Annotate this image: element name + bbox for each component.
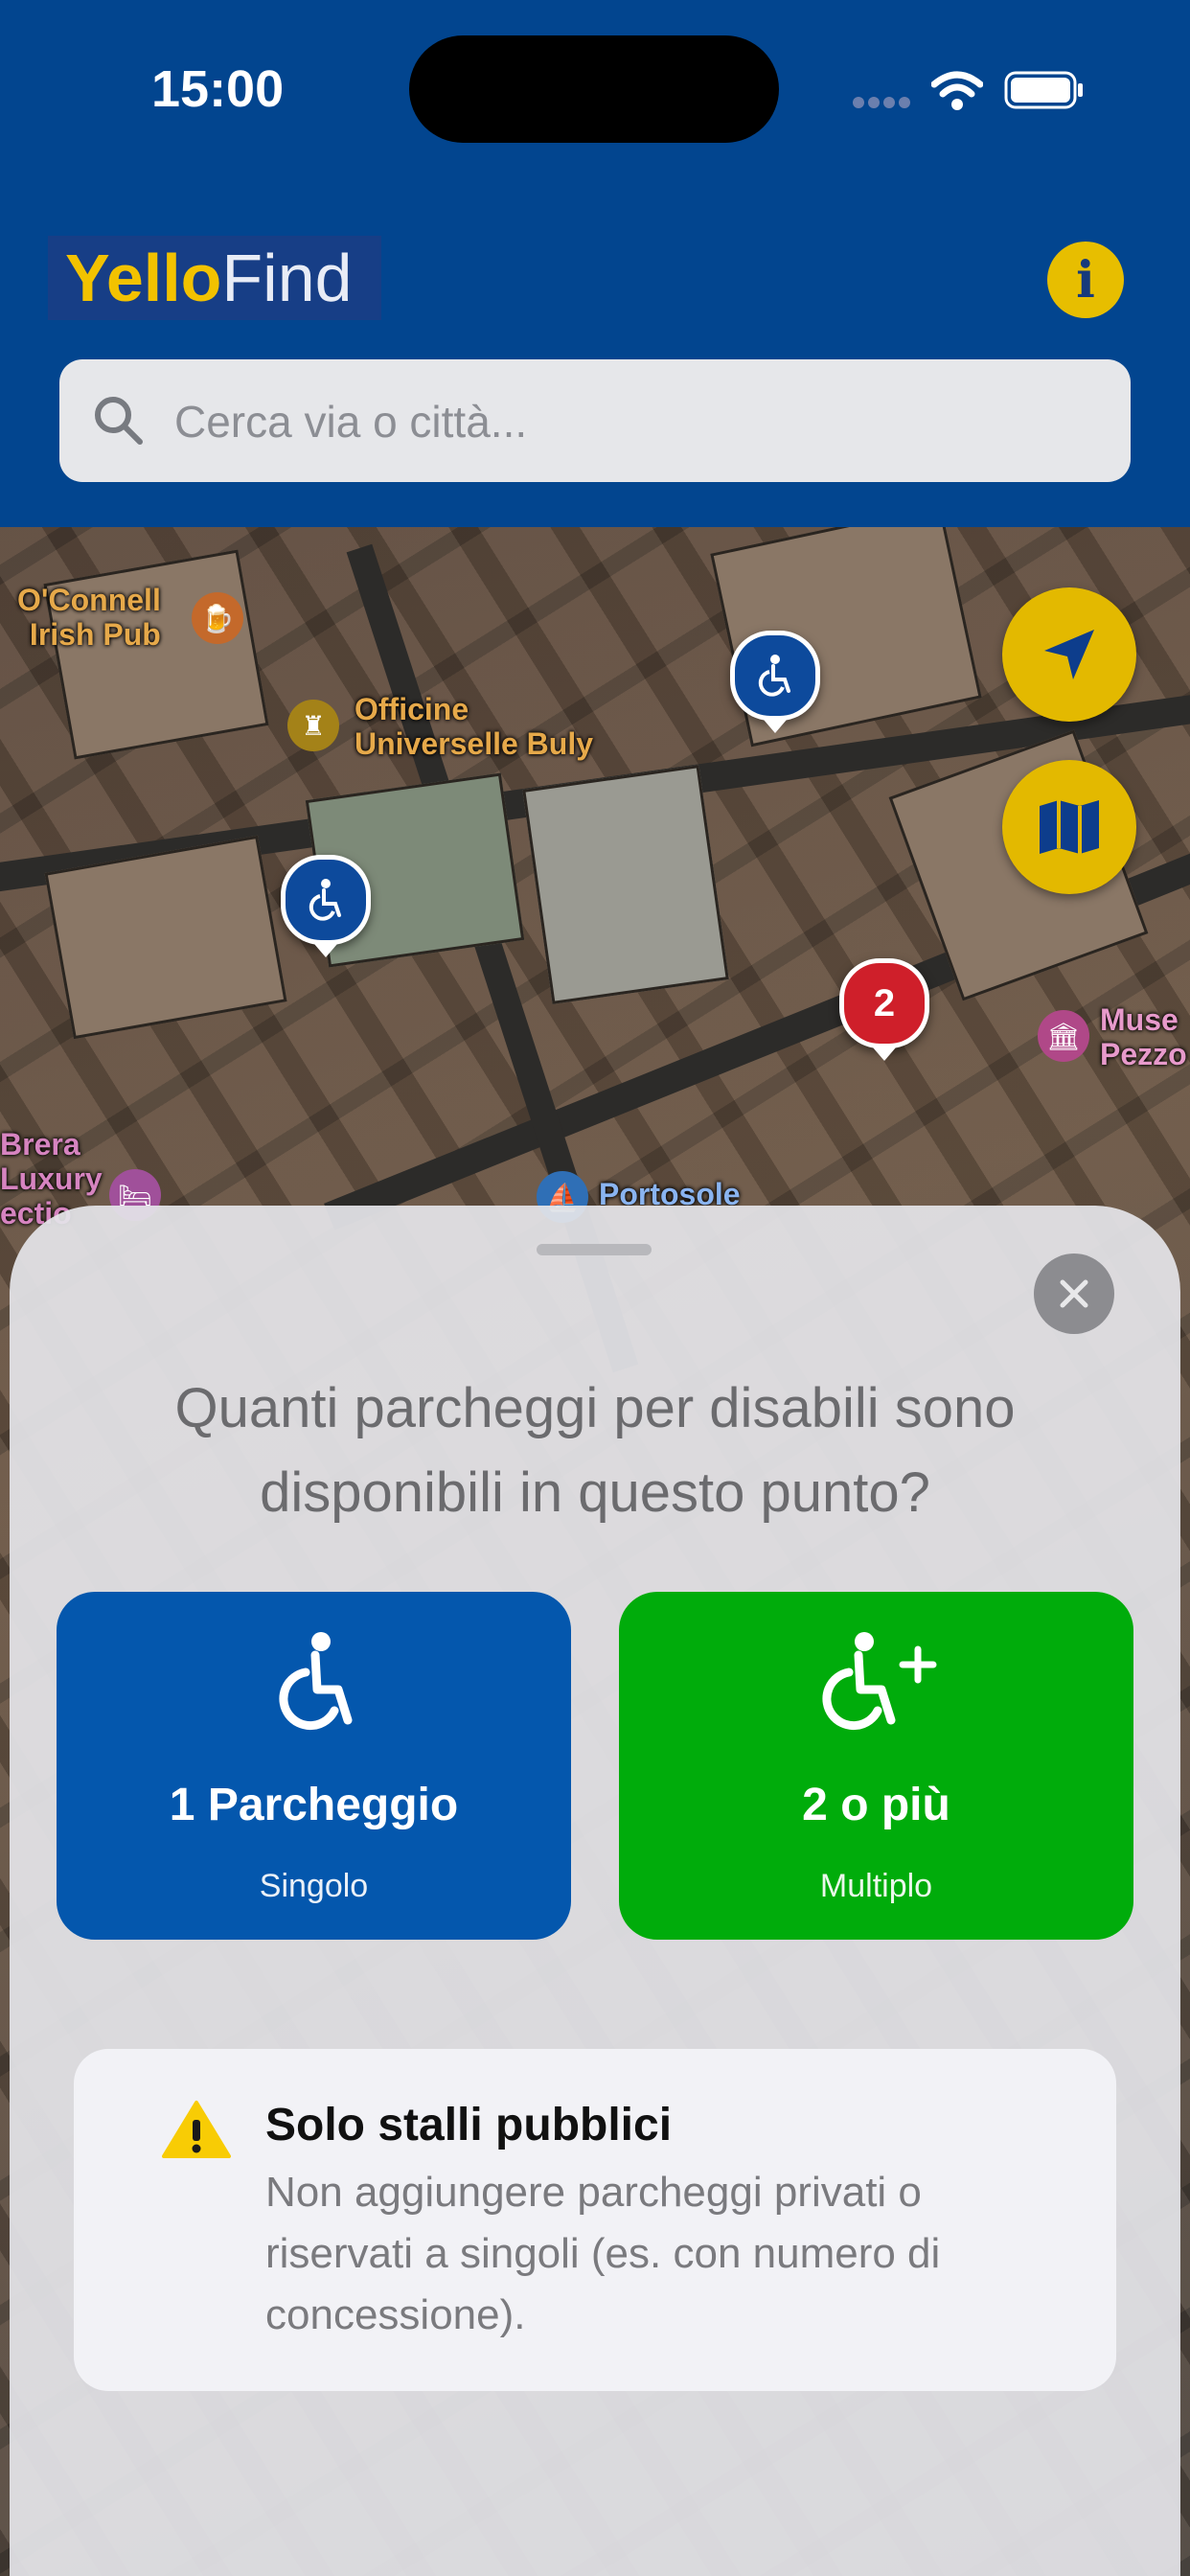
map-building [43, 549, 269, 760]
dynamic-island [409, 35, 779, 143]
info-button[interactable]: i [1047, 242, 1124, 318]
logo-find: Find [221, 241, 353, 315]
disabled-parking-pin[interactable] [730, 631, 820, 733]
location-arrow-icon [1044, 630, 1094, 679]
bottom-sheet: Quanti parcheggi per disabili sono dispo… [10, 1206, 1180, 2576]
map-building [522, 765, 729, 1004]
cluster-count: 2 [873, 981, 896, 1024]
warning-icon [162, 2101, 231, 2158]
option-title: 1 Parcheggio [169, 1780, 459, 1830]
status-time: 15:00 [151, 60, 285, 118]
search-input[interactable]: Cerca via o città... [59, 359, 1131, 482]
cellular-signal-icon [853, 97, 910, 108]
wheelchair-icon [758, 655, 790, 697]
poi-label[interactable]: O'Connell Irish Pub [17, 583, 161, 652]
app-header: Yello Find i Cerca via o città... [0, 144, 1190, 527]
museum-icon: 🏛 [1038, 1010, 1089, 1062]
wheelchair-plus-icon [821, 1632, 936, 1731]
close-icon [1060, 1279, 1088, 1308]
locate-me-button[interactable] [1002, 587, 1136, 722]
wheelchair-icon [309, 879, 341, 921]
search-placeholder: Cerca via o città... [174, 397, 528, 447]
search-icon [95, 397, 143, 445]
cluster-pin[interactable]: 2 [839, 958, 929, 1061]
status-bar: 15:00 [0, 0, 1190, 144]
notice-text: Non aggiungere parcheggi privati o riser… [265, 2169, 941, 2338]
public-only-notice: Solo stalli pubblici Non aggiungere parc… [74, 2049, 1116, 2391]
option-subtitle: Multiplo [819, 1868, 933, 1904]
sheet-grabber[interactable] [537, 1244, 652, 1255]
sheet-question: Quanti parcheggi per disabili sono dispo… [174, 1377, 1016, 1524]
wheelchair-icon [278, 1632, 352, 1731]
map-type-button[interactable] [1002, 760, 1136, 894]
battery-icon [1004, 71, 1083, 109]
single-parking-button[interactable]: 1 Parcheggio Singolo [57, 1592, 571, 1940]
multiple-parking-button[interactable]: 2 o più Multiplo [619, 1592, 1133, 1940]
shop-icon: ♜ [287, 700, 339, 751]
notice-title: Solo stalli pubblici [265, 2100, 673, 2150]
map-icon [1040, 800, 1099, 854]
close-button[interactable] [1034, 1254, 1114, 1334]
option-title: 2 o più [802, 1780, 950, 1830]
logo-yello: Yello [65, 241, 222, 315]
poi-label[interactable]: Officine Universelle Buly [355, 692, 593, 761]
app-logo: Yello Find [48, 236, 381, 320]
disabled-parking-pin[interactable] [281, 855, 371, 957]
wifi-icon [931, 71, 983, 110]
poi-label[interactable]: Muse Pezzo [1100, 1002, 1187, 1071]
pub-icon: 🍺 [192, 592, 243, 644]
map-building [44, 835, 287, 1040]
info-icon: i [1076, 250, 1095, 310]
option-subtitle: Singolo [259, 1868, 369, 1904]
